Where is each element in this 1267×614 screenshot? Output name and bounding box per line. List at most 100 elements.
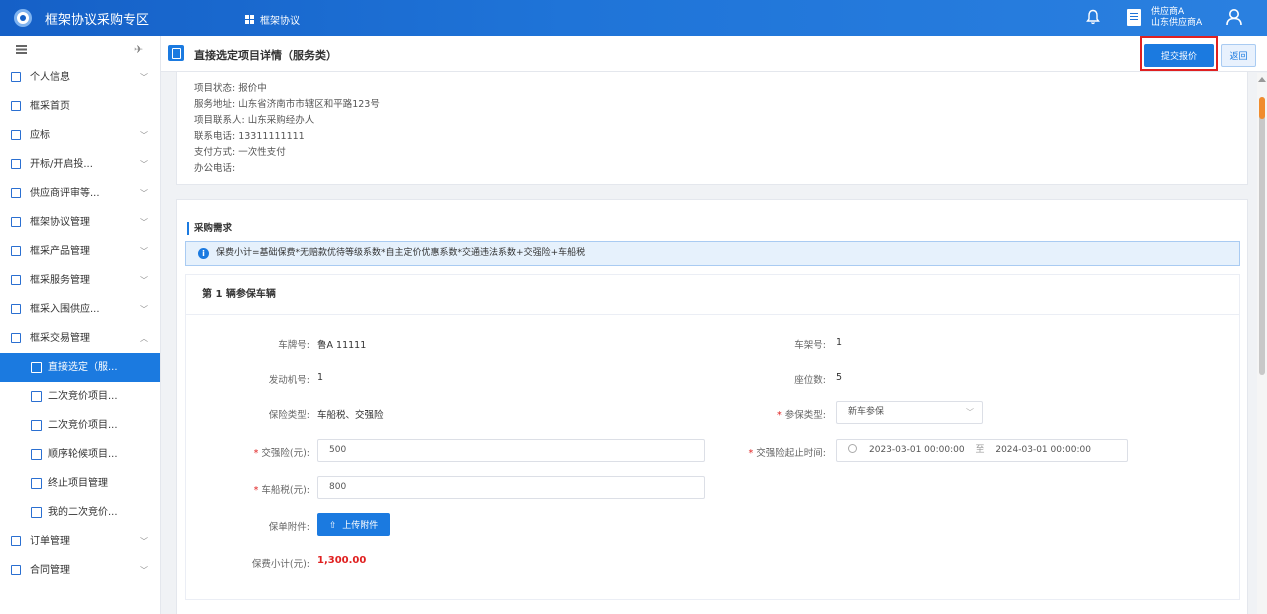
bell-icon[interactable] — [1086, 9, 1100, 25]
sidebar-item[interactable]: 供应商评审等... ﹀ — [0, 179, 160, 208]
alert-text: 保费小计=基础保费*无赔款优待等级系数*自主定价优惠系数*交通违法系数+交强险+… — [216, 248, 586, 258]
compulsory-input[interactable]: 500 — [317, 439, 705, 462]
sidebar-item[interactable]: 我的二次竞价... — [0, 498, 160, 527]
sidebar-item[interactable]: 个人信息 ﹀ — [0, 63, 160, 92]
insurance-type-label: 保险类型: — [268, 410, 310, 421]
sidebar: ✈ 个人信息 ﹀ 框采首页 应标 ﹀ 开标/开启投... ﹀ 供应商评审等... ﹀ 框架协议管理… — [0, 36, 161, 614]
sidebar-item[interactable]: 二次竞价项目... — [0, 411, 160, 440]
insure-type-label-text: 参保类型: — [784, 410, 826, 421]
info-status: 项目状态: 报价中 — [194, 83, 267, 94]
nav-framework-agreement[interactable]: 框架协议 — [245, 12, 300, 27]
document-icon[interactable] — [1127, 9, 1141, 26]
menu-toggle-icon[interactable] — [16, 45, 27, 47]
chevron-down-icon: ﹀ — [140, 305, 148, 314]
person-card-icon — [11, 72, 21, 82]
sidebar-item[interactable]: 合同管理 ﹀ — [0, 556, 160, 585]
upload-attachment-button[interactable]: ⇧ 上传附件 — [317, 513, 391, 536]
product-icon — [11, 246, 21, 256]
sidebar-item-label: 框采服务管理 — [30, 275, 90, 286]
attachment-label: 保单附件: — [268, 522, 310, 533]
seats-label: 座位数: — [794, 375, 826, 386]
scrollbar-marker — [1259, 97, 1265, 119]
seats-value: 5 — [836, 372, 843, 383]
pin-icon[interactable]: ✈ — [134, 43, 143, 56]
info-icon: i — [198, 248, 209, 259]
period-range-picker[interactable]: 2023-03-01 00:00:00 至 2024-03-01 00:00:0… — [836, 439, 1128, 462]
scroll-up-icon[interactable] — [1258, 77, 1266, 82]
sidebar-item-label: 个人信息 — [30, 72, 70, 83]
sidebar-item-label: 终止项目管理 — [48, 478, 108, 489]
chevron-down-icon: ﹀ — [140, 218, 148, 227]
sidebar-item-label: 框架协议管理 — [30, 217, 90, 228]
order-icon — [11, 536, 21, 546]
sidebar-header: ✈ — [0, 36, 160, 63]
sidebar-item[interactable]: 框采首页 — [0, 92, 160, 121]
vehicle-title: 第 1 辆参保车辆 — [186, 275, 1239, 315]
period-separator: 至 — [975, 445, 985, 455]
sidebar-item[interactable]: 应标 ﹀ — [0, 121, 160, 150]
scrollbar-thumb[interactable] — [1259, 97, 1265, 375]
sidebar-item[interactable]: 框采服务管理 ﹀ — [0, 266, 160, 295]
bidding-users-icon — [31, 420, 42, 431]
vehicle-card: 第 1 辆参保车辆 车牌号: 鲁A 11111 车架号: 1 发动机号: 1 座… — [185, 274, 1240, 600]
sidebar-item-label: 合同管理 — [30, 565, 70, 576]
plate-value: 鲁A 11111 — [317, 340, 367, 351]
submit-quote-button[interactable]: 提交报价 — [1144, 44, 1214, 67]
upload-icon: ⇧ — [329, 521, 337, 531]
sidebar-item[interactable]: 二次竞价项目... — [0, 382, 160, 411]
open-bid-icon — [11, 159, 21, 169]
main-area: 直接选定项目详情（服务类） 提交报价 返回 项目状态: 报价中 服务地址: 山东… — [161, 36, 1267, 614]
chevron-down-icon: ﹀ — [140, 189, 148, 198]
engine-value: 1 — [317, 372, 324, 383]
vessel-tax-input[interactable]: 800 — [317, 476, 705, 499]
section-title: 采购需求 — [187, 222, 232, 235]
bid-icon — [11, 130, 21, 140]
chevron-up-icon: ︿ — [140, 334, 148, 343]
sidebar-item[interactable]: 顺序轮候项目... — [0, 440, 160, 469]
info-payment: 支付方式: 一次性支付 — [194, 147, 286, 158]
chevron-down-icon: ﹀ — [140, 276, 148, 285]
insure-type-select[interactable]: 新车参保 ﹀ — [836, 401, 983, 424]
grid-icon — [245, 15, 254, 24]
sidebar-item[interactable]: 框采入围供应... ﹀ — [0, 295, 160, 324]
info-phone: 联系电话: 13311111111 — [194, 131, 305, 142]
sidebar-item[interactable]: 框架协议管理 ﹀ — [0, 208, 160, 237]
back-button[interactable]: 返回 — [1221, 44, 1256, 67]
nav-label: 框架协议 — [260, 16, 300, 27]
user-icon[interactable] — [1225, 8, 1243, 26]
content-scroll: 项目状态: 报价中 服务地址: 山东省济南市市辖区和平路123号 项目联系人: … — [176, 72, 1252, 614]
sidebar-item[interactable]: 框采交易管理 ︿ — [0, 324, 160, 353]
insurance-type-value: 车船税、交强险 — [317, 410, 384, 421]
queue-icon — [31, 449, 42, 460]
user-name: 供应商A — [1151, 7, 1185, 17]
bidding-icon — [31, 391, 42, 402]
direct-select-icon — [31, 362, 42, 373]
sidebar-item-label: 框采产品管理 — [30, 246, 90, 257]
period-end: 2024-03-01 00:00:00 — [995, 445, 1091, 455]
sidebar-item-label: 框采入围供应... — [30, 304, 100, 315]
period-start: 2023-03-01 00:00:00 — [869, 445, 965, 455]
info-address: 服务地址: 山东省济南市市辖区和平路123号 — [194, 99, 380, 110]
sidebar-item-label: 框采交易管理 — [30, 333, 90, 344]
user-info[interactable]: 供应商A 山东供应商A — [1151, 7, 1202, 29]
sidebar-item[interactable]: 开标/开启投... ﹀ — [0, 150, 160, 179]
chevron-down-icon: ﹀ — [966, 408, 974, 417]
sidebar-item[interactable]: 订单管理 ﹀ — [0, 527, 160, 556]
service-icon — [11, 275, 21, 285]
sidebar-item-label: 应标 — [30, 130, 50, 141]
chevron-down-icon: ﹀ — [140, 247, 148, 256]
project-info-card: 项目状态: 报价中 服务地址: 山东省济南市市辖区和平路123号 项目联系人: … — [176, 72, 1248, 185]
user-company: 山东供应商A — [1151, 18, 1203, 28]
chevron-down-icon: ﹀ — [140, 566, 148, 575]
sidebar-item-label: 二次竞价项目... — [48, 391, 118, 402]
document-title-icon — [168, 45, 184, 61]
sidebar-item[interactable]: 终止项目管理 — [0, 469, 160, 498]
agreement-icon — [11, 217, 21, 227]
subtotal-value: 1,300.00 — [317, 555, 367, 566]
page-scrollbar[interactable] — [1257, 73, 1267, 614]
review-icon — [11, 188, 21, 198]
sidebar-item[interactable]: 框采产品管理 ﹀ — [0, 237, 160, 266]
home-card-icon — [11, 101, 21, 111]
sidebar-item[interactable]: 直接选定（服... — [0, 353, 160, 382]
insure-type-label: * 参保类型: — [777, 410, 826, 421]
